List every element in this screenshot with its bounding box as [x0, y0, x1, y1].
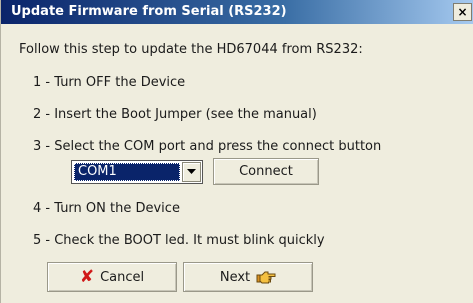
- cancel-button[interactable]: ✘ Cancel: [47, 262, 177, 292]
- title-bar[interactable]: Update Firmware from Serial (RS232) ×: [1, 0, 473, 24]
- step-2-text: 2 - Insert the Boot Jumper (see the manu…: [33, 107, 317, 122]
- step-1-text: 1 - Turn OFF the Device: [33, 75, 186, 90]
- connect-button[interactable]: Connect: [213, 158, 319, 185]
- close-icon: ×: [457, 5, 468, 19]
- step-5-text: 5 - Check the BOOT led. It must blink qu…: [33, 233, 325, 248]
- step-4-text: 4 - Turn ON the Device: [33, 201, 180, 216]
- firmware-update-dialog: Update Firmware from Serial (RS232) × Fo…: [0, 0, 473, 303]
- next-button[interactable]: Next: [183, 262, 313, 292]
- dropdown-arrow-button[interactable]: [182, 162, 201, 182]
- pointing-hand-icon: [256, 271, 276, 284]
- intro-text: Follow this step to update the HD67044 f…: [19, 42, 363, 57]
- com-port-select[interactable]: COM1: [71, 160, 203, 184]
- com-port-selected-value: COM1: [74, 163, 180, 181]
- connect-button-label: Connect: [239, 164, 293, 179]
- cancel-button-label: Cancel: [100, 269, 145, 285]
- close-button[interactable]: ×: [453, 3, 472, 21]
- chevron-down-icon: [187, 169, 196, 174]
- red-x-icon: ✘: [79, 267, 95, 287]
- next-button-label: Next: [219, 269, 251, 285]
- step-3-text: 3 - Select the COM port and press the co…: [33, 139, 382, 154]
- window-title: Update Firmware from Serial (RS232): [11, 4, 287, 19]
